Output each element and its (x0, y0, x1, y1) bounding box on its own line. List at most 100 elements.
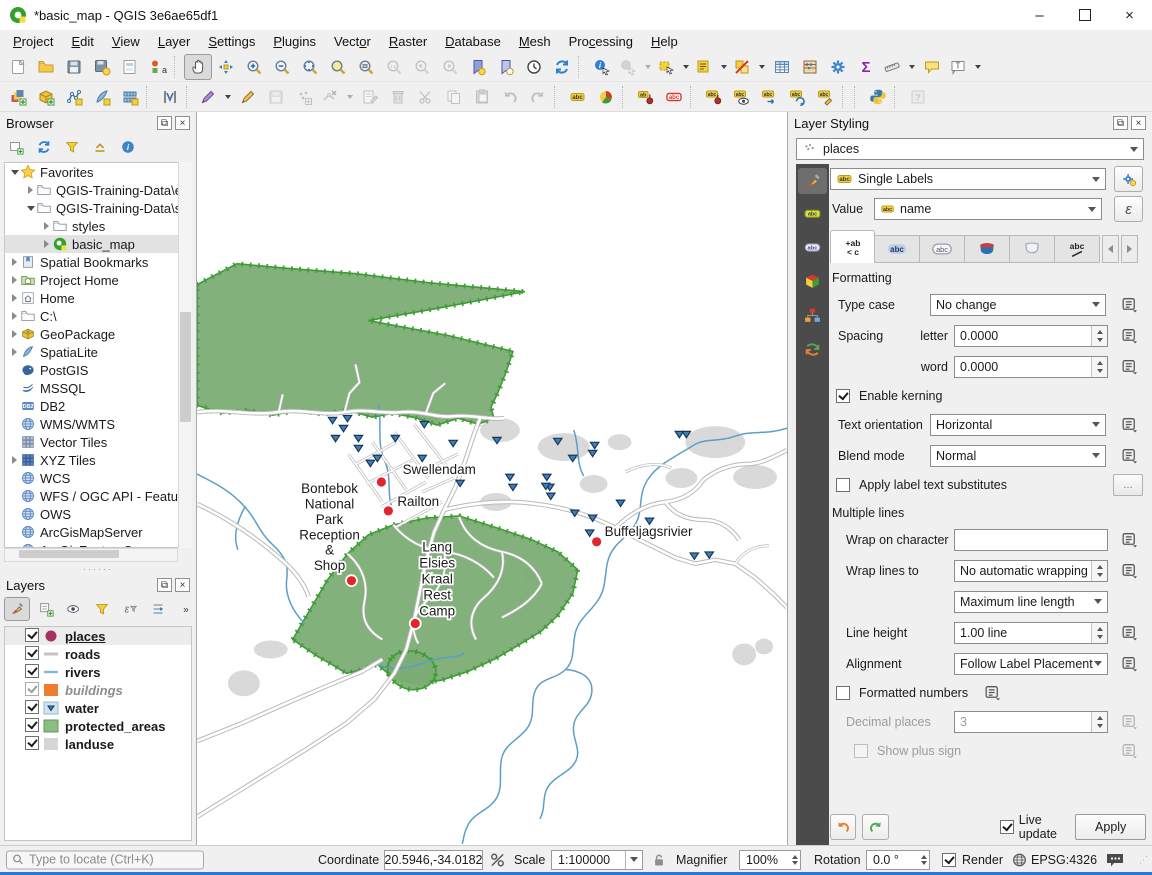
tree-expander-icon[interactable] (9, 330, 20, 338)
tree-expander-icon[interactable] (41, 222, 52, 230)
rotate-label-button[interactable]: abc (784, 84, 812, 110)
0-0000-spinbox[interactable]: 0.0000 (954, 356, 1108, 378)
browser-item-qgis-training-data-e[interactable]: QGIS-Training-Data\e (5, 181, 191, 199)
spacing-spinbox[interactable]: 0.0000 (954, 325, 1108, 347)
browser-item-vector-tiles[interactable]: Vector Tiles (5, 433, 191, 451)
data-defined-override-button[interactable] (1117, 445, 1141, 467)
data-defined-override-button[interactable] (1117, 325, 1141, 347)
collapse-all-button[interactable] (88, 136, 112, 158)
styling-float-button[interactable]: ⧉ (1113, 116, 1128, 130)
menu-raster[interactable]: Raster (380, 32, 436, 51)
style-manager-button[interactable]: a (144, 54, 172, 80)
menu-layer[interactable]: Layer (149, 32, 200, 51)
menu-database[interactable]: Database (436, 32, 510, 51)
styling-tab-history[interactable] (796, 334, 829, 364)
manage-themes-button[interactable] (62, 598, 86, 620)
layer-row-protected_areas[interactable]: protected_areas (5, 717, 191, 735)
browser-item-xyz-tiles[interactable]: XYZ Tiles (5, 451, 191, 469)
layer-row-roads[interactable]: roads (5, 645, 191, 663)
save-project-button[interactable] (60, 54, 88, 80)
deselect-button[interactable] (730, 54, 768, 80)
data-defined-override-button[interactable] (1117, 294, 1141, 316)
text-orientation-combobox[interactable]: Horizontal (930, 414, 1106, 436)
spin-down-icon[interactable] (792, 861, 798, 865)
tree-expander-icon[interactable] (9, 258, 20, 266)
layer-visibility-checkbox[interactable] (25, 718, 39, 732)
maximum-line-length-combobox[interactable]: Maximum line length (954, 591, 1108, 613)
browser-item-db2[interactable]: DB2DB2 (5, 397, 191, 415)
tree-expander-icon[interactable] (9, 312, 20, 320)
menu-processing[interactable]: Processing (560, 32, 642, 51)
label-mode-combobox[interactable]: abcSingle Labels (830, 168, 1106, 190)
highlight-labels-button[interactable]: abc (660, 84, 688, 110)
filter-expression-button[interactable]: ε (118, 598, 142, 620)
browser-item-wcs[interactable]: WCS (5, 469, 191, 487)
select-features-button[interactable] (654, 54, 692, 80)
menu-vector[interactable]: Vector (325, 32, 380, 51)
styling-tab-3d-view[interactable] (796, 266, 829, 296)
annotation-button[interactable]: T (946, 54, 984, 80)
python-console-button[interactable] (864, 84, 892, 110)
styling-tab-symbology[interactable] (798, 168, 827, 194)
redo-style-button[interactable] (862, 814, 888, 840)
crs-label[interactable]: EPSG:4326 (1031, 853, 1097, 867)
layout-manager-button[interactable] (116, 54, 144, 80)
crs-globe-icon[interactable] (1012, 852, 1027, 867)
new-project-button[interactable] (4, 54, 32, 80)
spin-up-icon[interactable] (921, 855, 927, 859)
browser-float-button[interactable]: ⧉ (157, 116, 172, 130)
menu-view[interactable]: View (103, 32, 149, 51)
tree-expander-icon[interactable] (9, 348, 20, 356)
layer-row-landuse[interactable]: landuse (5, 735, 191, 753)
wrap-on-character-input[interactable] (954, 529, 1108, 551)
tree-expander-icon[interactable] (9, 456, 20, 464)
resize-grip[interactable]: ⋰ (1139, 854, 1149, 865)
browser-close-button[interactable]: × (175, 116, 190, 130)
browser-item-ows[interactable]: OWS (5, 505, 191, 523)
measure-button[interactable] (880, 54, 918, 80)
open-styling-panel-button[interactable] (4, 597, 30, 621)
data-defined-override-button[interactable] (980, 682, 1004, 704)
new-mesh-button[interactable] (116, 84, 144, 110)
formatted-numbers-checkbox[interactable] (836, 686, 850, 700)
layers-float-button[interactable]: ⧉ (157, 578, 172, 592)
layer-row-places[interactable]: places (5, 627, 191, 645)
maximize-button[interactable] (1062, 0, 1107, 30)
map-tips-button[interactable] (918, 54, 946, 80)
attribute-table-button[interactable] (768, 54, 796, 80)
layer-visibility-checkbox[interactable] (25, 664, 39, 678)
spin-up-icon[interactable] (792, 855, 798, 859)
browser-item-arcgismapserver[interactable]: ArcGisMapServer (5, 523, 191, 541)
spin-buttons[interactable] (1091, 326, 1107, 346)
new-bookmark-button[interactable] (464, 54, 492, 80)
browser-item-spatialite[interactable]: SpatiaLite (5, 343, 191, 361)
refresh-button[interactable] (32, 136, 56, 158)
new-spatialite-button[interactable] (88, 84, 116, 110)
filter-legend-button[interactable] (90, 598, 114, 620)
browser-item-favorites[interactable]: Favorites (5, 163, 191, 181)
browser-item-home[interactable]: Home (5, 289, 191, 307)
change-label-button[interactable]: abc (812, 84, 840, 110)
layer-visibility-checkbox[interactable] (25, 628, 39, 642)
menu-settings[interactable]: Settings (199, 32, 264, 51)
pan-map-button[interactable] (184, 54, 212, 80)
zoom-out-button[interactable] (268, 54, 296, 80)
tree-expander-icon[interactable] (25, 186, 36, 194)
scrollbar-thumb[interactable] (180, 312, 191, 422)
type-case-combobox[interactable]: No change (930, 294, 1106, 316)
format-tab-background[interactable] (965, 235, 1010, 263)
format-tab-shadow[interactable] (1010, 235, 1055, 263)
apply-label-text-substitutes-checkbox[interactable] (836, 478, 850, 492)
data-defined-override-button[interactable] (1117, 414, 1141, 436)
menu-project[interactable]: Project (4, 32, 62, 51)
add-group-button[interactable] (34, 598, 58, 620)
zoom-in-button[interactable] (240, 54, 268, 80)
statistics-button[interactable]: Σ (852, 54, 880, 80)
styling-layer-selector[interactable]: places (796, 138, 1144, 160)
styling-close-button[interactable]: × (1131, 116, 1146, 130)
spin-buttons[interactable] (1091, 561, 1107, 581)
tree-expander-icon[interactable] (41, 240, 52, 248)
format-tab-callouts[interactable]: abc (1055, 235, 1100, 263)
browser-item-qgis-training-data-s[interactable]: QGIS-Training-Data\s (5, 199, 191, 217)
enable-kerning-checkbox[interactable] (836, 389, 850, 403)
